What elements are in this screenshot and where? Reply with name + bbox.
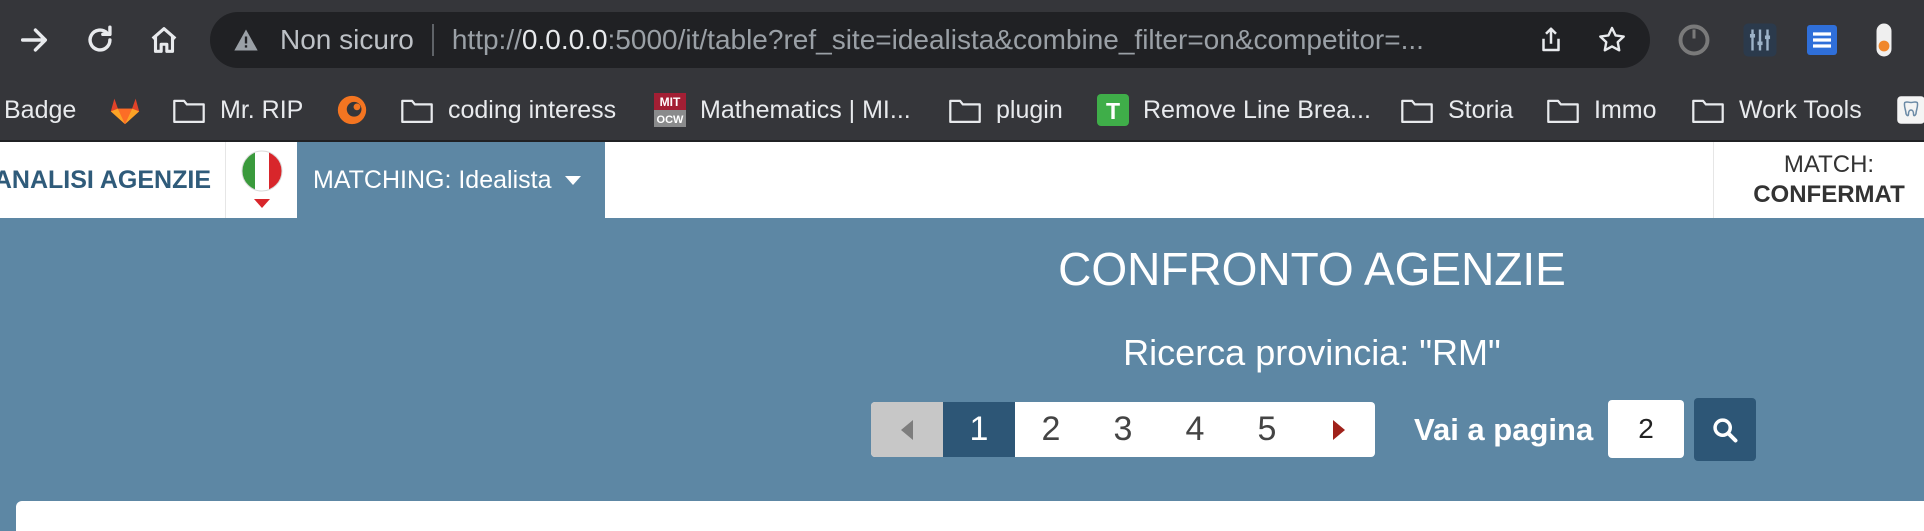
page-link-5[interactable]: 5 bbox=[1231, 402, 1303, 457]
t-icon-letter: T bbox=[1106, 98, 1120, 124]
page-title: CONFRONTO AGENZIE bbox=[1058, 243, 1566, 295]
matching-dropdown[interactable]: MATCHING: Idealista bbox=[297, 142, 605, 218]
share-icon[interactable] bbox=[1536, 12, 1566, 68]
page-link-1[interactable]: 1 bbox=[943, 402, 1015, 457]
bookmark-label: Badge bbox=[4, 95, 77, 124]
home-button[interactable] bbox=[144, 20, 184, 60]
folder-icon bbox=[400, 96, 434, 124]
app-navbar: ANALISI AGENZIE MATCHING: Idealista MATC… bbox=[0, 142, 1924, 219]
folder-icon bbox=[172, 96, 206, 124]
match-label: MATCH: bbox=[1783, 151, 1875, 178]
forward-button[interactable] bbox=[14, 20, 54, 60]
chevron-right-icon bbox=[1333, 419, 1345, 440]
bookmark-crunchyroll[interactable] bbox=[335, 80, 383, 140]
search-icon bbox=[1713, 417, 1738, 442]
bookmark-remove-line-breaks[interactable]: T Remove Line Brea... bbox=[1097, 80, 1371, 140]
extension-power-icon[interactable] bbox=[1676, 22, 1712, 58]
browser-toolbar: Non sicuro http://0.0.0.0:5000/it/table?… bbox=[0, 0, 1924, 80]
bookmark-folder-coding-interess[interactable]: coding interess bbox=[400, 80, 616, 140]
bookmark-label: plugin bbox=[996, 95, 1063, 124]
divider bbox=[431, 24, 434, 56]
bookmark-label: Immo bbox=[1594, 95, 1657, 124]
matching-dropdown-label: MATCHING: Idealista bbox=[313, 165, 552, 194]
goto-page-input[interactable] bbox=[1608, 400, 1684, 458]
gitlab-icon bbox=[108, 94, 142, 126]
main-content: CONFRONTO AGENZIE Ricerca provincia: "RM… bbox=[0, 218, 1924, 531]
url-host: 0.0.0.0 bbox=[521, 24, 608, 55]
italy-flag-pin-icon[interactable] bbox=[227, 142, 297, 218]
crunchyroll-icon bbox=[335, 93, 369, 127]
bookmark-label: Storia bbox=[1448, 95, 1514, 124]
bookmark-label: coding interess bbox=[448, 95, 617, 124]
caret-down-icon bbox=[565, 175, 582, 185]
url-path: :5000/it/table?ref_site=idealista&combin… bbox=[607, 24, 1424, 55]
forward-arrow-icon bbox=[20, 28, 48, 52]
goto-page-label: Vai a pagina bbox=[1414, 411, 1594, 447]
next-page-button[interactable] bbox=[1303, 402, 1375, 457]
folder-icon bbox=[1400, 96, 1434, 124]
bookmark-label: Remove Line Brea... bbox=[1143, 95, 1371, 124]
match-status[interactable]: MATCH: CONFERMAT bbox=[1713, 142, 1924, 218]
brand-link[interactable]: ANALISI AGENZIE bbox=[0, 142, 226, 218]
folder-icon bbox=[1546, 96, 1580, 124]
bookmark-folder-immo[interactable]: Immo bbox=[1546, 80, 1657, 140]
bookmark-mit-ocw[interactable]: MIT OCW Mathematics | MI... bbox=[654, 80, 911, 140]
reload-button[interactable] bbox=[80, 20, 120, 60]
extension-docs-icon[interactable] bbox=[1804, 22, 1840, 58]
bookmark-folder-plugin[interactable]: plugin bbox=[948, 80, 1063, 140]
address-bar[interactable]: Non sicuro http://0.0.0.0:5000/it/table?… bbox=[210, 12, 1650, 68]
extension-sliders-icon[interactable] bbox=[1742, 22, 1778, 58]
mit-icon-bottom: OCW bbox=[657, 114, 685, 126]
bookmark-folder-storia[interactable]: Storia bbox=[1400, 80, 1513, 140]
url-text[interactable]: http://0.0.0.0:5000/it/table?ref_site=id… bbox=[452, 24, 1424, 56]
page-link-2[interactable]: 2 bbox=[1015, 402, 1087, 457]
security-status[interactable]: Non sicuro bbox=[280, 24, 414, 56]
bookmark-folder-mr-rip[interactable]: Mr. RIP bbox=[172, 80, 303, 140]
match-value: CONFERMAT bbox=[1753, 181, 1905, 208]
page-link-3[interactable]: 3 bbox=[1087, 402, 1159, 457]
folder-icon bbox=[1691, 96, 1725, 124]
chevron-left-icon bbox=[901, 419, 913, 440]
pagination: 1 2 3 4 5 bbox=[871, 402, 1375, 457]
previous-page-button[interactable] bbox=[871, 402, 943, 457]
extension-toggle-icon[interactable] bbox=[1866, 22, 1902, 58]
bookmark-folder-work-tools[interactable]: Work Tools bbox=[1691, 80, 1862, 140]
bookmark-partial[interactable] bbox=[1896, 80, 1924, 140]
bookmark-label: Mr. RIP bbox=[220, 95, 304, 124]
page-link-4[interactable]: 4 bbox=[1159, 402, 1231, 457]
home-icon bbox=[151, 27, 177, 53]
bookmark-star-icon[interactable] bbox=[1596, 12, 1628, 68]
warning-icon[interactable] bbox=[232, 25, 262, 55]
goto-page-search-button[interactable] bbox=[1694, 398, 1756, 461]
folder-icon bbox=[948, 96, 982, 124]
t-icon: T bbox=[1097, 94, 1129, 126]
search-subtitle: Ricerca provincia: "RM" bbox=[1123, 332, 1501, 373]
bookmark-label: Mathematics | MI... bbox=[700, 95, 911, 124]
mit-ocw-icon: MIT OCW bbox=[654, 93, 686, 127]
bookmark-label: Work Tools bbox=[1739, 95, 1862, 124]
bookmark-badge[interactable]: Badge bbox=[4, 80, 76, 140]
mit-icon-top: MIT bbox=[660, 95, 681, 109]
url-scheme: http:// bbox=[451, 24, 522, 55]
tooth-icon bbox=[1896, 95, 1924, 125]
bookmarks-bar: Badge Mr. RIP coding interess MIT OCW Ma… bbox=[0, 80, 1924, 142]
results-card bbox=[16, 501, 1924, 531]
bookmark-gitlab[interactable] bbox=[108, 80, 156, 140]
reload-icon bbox=[88, 25, 112, 52]
